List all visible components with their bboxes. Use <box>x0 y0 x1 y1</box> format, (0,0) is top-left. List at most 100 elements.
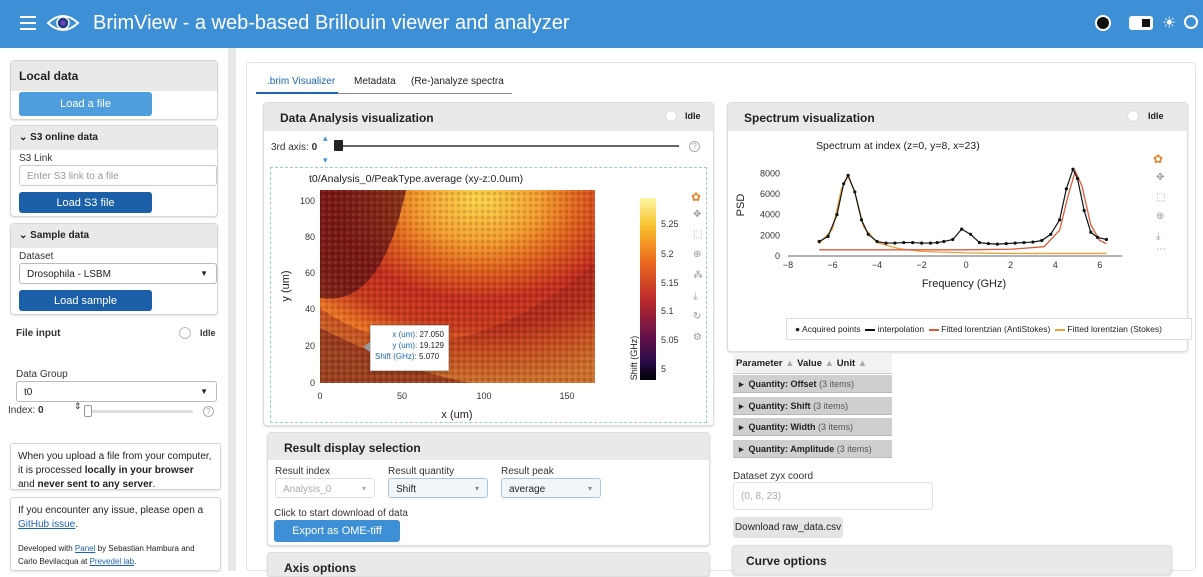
data-point <box>951 237 955 242</box>
settings-icon[interactable]: ⚙ <box>693 332 702 343</box>
y-tick: 6000 <box>760 189 780 199</box>
data-point <box>986 242 990 246</box>
notice2-text3: Developed with <box>18 544 75 553</box>
result-peak-select[interactable]: average ▾ <box>501 478 601 498</box>
unit-col-header[interactable]: Unit <box>837 358 855 369</box>
pan-icon[interactable]: ✥ <box>1156 172 1164 183</box>
cb-tick: 5.05 <box>661 335 679 345</box>
s3-title: S3 online data <box>30 132 98 143</box>
sidebar-scrollbar[interactable] <box>228 48 236 571</box>
export-ome-tiff-button[interactable]: Export as OME-tiff <box>274 520 400 542</box>
caret-down-icon: ▾ <box>587 484 592 493</box>
expand-icon[interactable]: ▸ <box>739 422 744 432</box>
third-axis-slider-handle[interactable] <box>334 140 343 151</box>
dataset-select[interactable]: Drosophila - LSBM ▼ <box>19 263 217 284</box>
hover-icon[interactable]: ⁂ <box>693 270 703 281</box>
analysis-status-indicator <box>665 110 677 122</box>
y-tick: 40 <box>305 304 315 314</box>
spectrum-ylabel: PSD <box>735 194 747 217</box>
index-stepper[interactable]: ⇕ <box>74 401 82 412</box>
heatmap-chart[interactable]: t0/Analysis_0/PeakType.average (xy-z:0.0… <box>271 168 706 422</box>
data-point <box>853 190 857 194</box>
interpolation-line <box>818 167 1107 245</box>
notice2-text5: . <box>134 557 137 566</box>
result-quantity-select[interactable]: Shift ▾ <box>388 478 488 498</box>
box-zoom-icon[interactable]: ⬚ <box>693 229 702 240</box>
expand-icon[interactable]: ▸ <box>739 379 744 389</box>
x-tick: 0 <box>317 391 322 401</box>
prevedel-lab-link[interactable]: Prevedel lab <box>90 557 134 566</box>
data-point <box>911 240 915 245</box>
param-col-header[interactable]: Parameter <box>736 358 782 369</box>
load-s3-button[interactable]: Load S3 file <box>19 192 152 213</box>
result-quantity-label: Result quantity <box>388 466 455 477</box>
spectrum-chart[interactable]: Spectrum at index (z=0, y=8, x=23) −8 −6−… <box>730 135 1175 295</box>
menu-icon[interactable] <box>20 16 36 30</box>
bokeh-logo-icon[interactable]: ✿ <box>1153 152 1163 166</box>
data-point <box>942 239 946 244</box>
sort-icon[interactable]: ▲ <box>825 358 834 369</box>
third-axis-stepper[interactable]: ▴ ▾ <box>323 133 328 166</box>
save-icon[interactable]: ⤓ <box>693 291 697 302</box>
table-row[interactable]: ▸ Quantity: Shift (3 items) <box>733 397 892 415</box>
chevron-down-icon[interactable]: ⌄ <box>19 132 30 143</box>
notice2-text1: If you encounter any issue, please open … <box>18 505 204 516</box>
notice1-bold1: locally in your browser <box>84 465 194 476</box>
notice1-text2: and <box>18 479 38 490</box>
s3-link-input[interactable]: Enter S3 link to a file <box>19 165 217 186</box>
bokeh-logo-icon[interactable]: ✿ <box>691 190 701 204</box>
sun-icon[interactable]: ☀ <box>1162 13 1176 33</box>
index-slider-track[interactable] <box>85 410 193 413</box>
legend-interpolation: interpolation <box>877 324 925 334</box>
tooltip-x-label: x (um): <box>392 330 418 339</box>
moon-icon[interactable] <box>1184 15 1198 29</box>
table-row[interactable]: ▸ Quantity: Offset (3 items) <box>733 375 892 393</box>
wheel-zoom-icon[interactable]: ⊕ <box>693 249 701 260</box>
data-group-select[interactable]: t0 ▼ <box>16 381 217 402</box>
tooltip-pointer-icon <box>363 342 370 352</box>
index-slider-handle[interactable] <box>84 405 92 417</box>
github-issue-link[interactable]: GitHub issue <box>18 519 75 530</box>
result-index-select[interactable]: Analysis_0 ▾ <box>275 478 375 498</box>
expand-icon[interactable]: ▸ <box>739 401 744 411</box>
box-zoom-icon[interactable]: ⬚ <box>1156 192 1165 203</box>
tooltip-x: x (um): 27.050 <box>375 329 444 340</box>
sort-icon[interactable]: ▲ <box>785 358 794 369</box>
help-icon[interactable]: ? <box>689 141 700 152</box>
load-sample-button[interactable]: Load sample <box>19 290 152 311</box>
value-col-header[interactable]: Value <box>797 358 822 369</box>
github-icon[interactable] <box>1095 15 1111 31</box>
help-icon[interactable]: ? <box>203 406 214 417</box>
about-notice: If you encounter any issue, please open … <box>10 497 221 571</box>
x-tick: 50 <box>397 391 407 401</box>
load-file-button[interactable]: Load a file <box>19 92 152 116</box>
data-point <box>1075 176 1080 181</box>
download-raw-data-button[interactable]: Download raw_data.csv <box>733 517 843 538</box>
table-row[interactable]: ▸ Quantity: Width (3 items) <box>733 418 892 436</box>
sort-icon[interactable]: ▲ <box>858 358 867 369</box>
wheel-zoom-icon[interactable]: ⊕ <box>1156 211 1164 222</box>
expand-icon[interactable]: ▸ <box>739 444 744 454</box>
more-icon[interactable]: ⋯ <box>1156 244 1166 255</box>
caret-down-icon: ▾ <box>361 484 366 493</box>
sample-data-title: Sample data <box>30 230 90 241</box>
save-icon[interactable]: ⤓ <box>1156 231 1160 242</box>
table-row[interactable]: ▸ Quantity: Amplitude (3 items) <box>733 440 892 458</box>
third-axis-slider-track[interactable] <box>339 145 679 147</box>
data-point <box>902 240 906 245</box>
dataset-label: Dataset <box>19 251 54 262</box>
chevron-down-icon[interactable]: ⌄ <box>19 230 30 241</box>
x-tick: 6 <box>1097 260 1102 270</box>
data-point <box>1104 237 1109 242</box>
reset-icon[interactable]: ↻ <box>693 311 701 322</box>
tab-reanalyze-spectra[interactable]: (Re-)analyze spectra <box>411 76 504 87</box>
tab-brim-visualizer[interactable]: .brim Visualizer <box>267 76 335 87</box>
row-name: Quantity: Width <box>748 422 816 432</box>
dataset-select-value: Drosophila - LSBM <box>27 269 111 280</box>
data-point <box>968 232 973 236</box>
panel-link[interactable]: Panel <box>75 544 95 553</box>
pan-icon[interactable]: ✥ <box>693 209 701 220</box>
theme-toggle[interactable] <box>1129 16 1153 30</box>
file-input-status-indicator <box>179 327 191 339</box>
tab-metadata[interactable]: Metadata <box>354 76 396 87</box>
